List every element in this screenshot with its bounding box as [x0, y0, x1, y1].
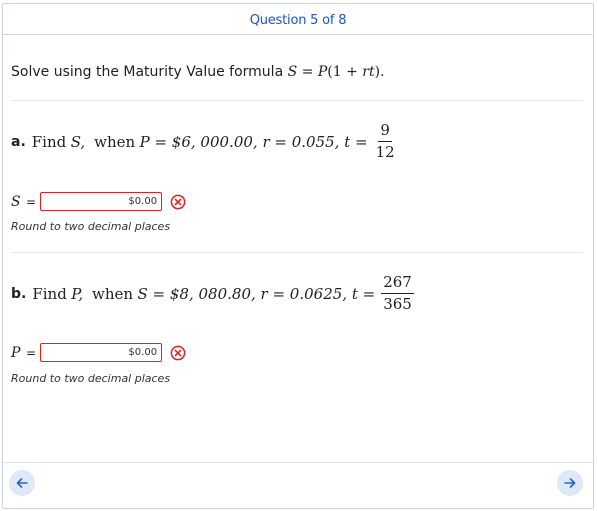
divider — [11, 100, 583, 101]
next-button[interactable] — [557, 470, 583, 496]
instruction-prefix: Solve using the Maturity Value formula — [11, 64, 284, 80]
part-a-answer-input[interactable]: $0.00 — [40, 192, 163, 211]
x-circle-icon — [170, 194, 186, 209]
divider — [11, 252, 583, 253]
part-b-hint: Round to two decimal places — [11, 372, 171, 385]
part-b-conditions: S = $8, 080.80, r = 0.0625, t = — [137, 284, 376, 303]
arrow-left-icon — [16, 478, 28, 488]
part-b-answer-row: P = $0.00 — [11, 343, 186, 362]
part-b-answer-input[interactable]: $0.00 — [40, 343, 163, 362]
footer-divider — [3, 462, 593, 463]
instruction-text: Solve using the Maturity Value formula S… — [11, 64, 385, 80]
question-panel: Question 5 of 8 Solve using the Maturity… — [2, 3, 594, 509]
part-a-fraction: 9 12 — [375, 121, 395, 161]
question-counter: Question 5 of 8 — [249, 13, 347, 28]
part-a-question: a. Find S, when P = $6, 000.00, r = 0.05… — [11, 121, 395, 161]
arrow-right-icon — [564, 478, 576, 488]
part-b-fraction: 267 365 — [381, 273, 414, 313]
previous-button[interactable] — [9, 470, 35, 496]
part-a-conditions: P = $6, 000.00, r = 0.055, t = — [139, 132, 368, 151]
formula: S — [287, 64, 298, 80]
x-circle-icon — [170, 345, 186, 360]
part-b-question: b. Find P, when S = $8, 080.80, r = 0.06… — [11, 273, 414, 313]
part-a-hint: Round to two decimal places — [11, 220, 171, 233]
part-a-letter: a. — [11, 133, 26, 150]
part-b-letter: b. — [11, 285, 27, 302]
header-divider — [3, 34, 593, 35]
part-a-answer-row: S = $0.00 — [11, 192, 186, 211]
